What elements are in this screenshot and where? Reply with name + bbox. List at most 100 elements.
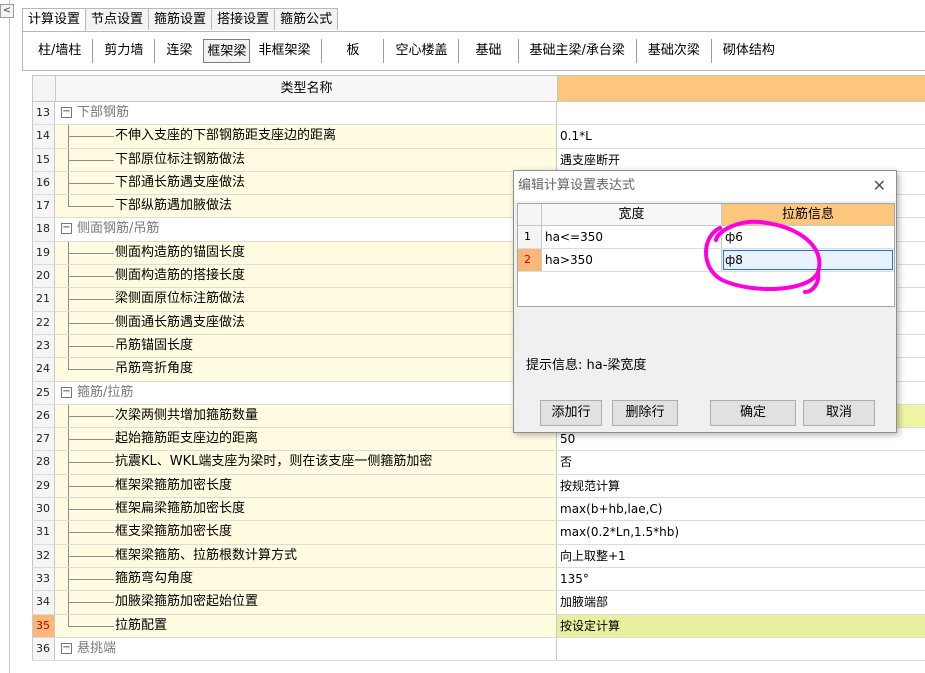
subtab-shear-wall[interactable]: 剪力墙	[93, 39, 156, 63]
row-number: 21	[32, 288, 55, 311]
subtab-frame-beam[interactable]: 框架梁	[203, 39, 251, 63]
setting-label: 框架扁梁箍筋加密长度	[115, 501, 246, 517]
grid-header: 类型名称	[32, 75, 925, 102]
setting-name: 拉筋配置	[55, 614, 557, 637]
table-row[interactable]: 29 框架梁箍筋加密长度 按规范计算	[32, 474, 925, 499]
group-label: 侧面钢筋/吊筋	[77, 221, 160, 237]
header-value	[558, 76, 925, 101]
row-number: 19	[32, 241, 55, 265]
setting-label: 加腋梁箍筋加密起始位置	[115, 594, 259, 610]
setting-value[interactable]: 按规范计算	[557, 474, 925, 498]
delete-row-button[interactable]: 删除行	[612, 400, 678, 426]
setting-label: 下部纵筋遇加腋做法	[115, 198, 233, 214]
table-row[interactable]: 30 框架扁梁箍筋加密长度 max(b+hb,lae,C)	[32, 498, 925, 522]
subtab-foundation-main-beam[interactable]: 基础主梁/承台梁	[519, 39, 637, 63]
setting-label: 次梁两侧共增加箍筋数量	[115, 407, 259, 423]
setting-value[interactable]	[557, 637, 925, 661]
setting-value[interactable]: 0.1*L	[557, 125, 925, 148]
row-number: 31	[32, 521, 55, 544]
subtab-foundation[interactable]: 基础	[459, 39, 519, 63]
table-row[interactable]: 34 加腋梁箍筋加密起始位置 加腋端部	[32, 591, 925, 615]
tab-stirrup-settings[interactable]: 箍筋设置	[148, 8, 213, 30]
row-number: 17	[32, 195, 55, 218]
collapse-icon[interactable]: −	[61, 223, 72, 235]
subtab-non-frame-beam[interactable]: 非框架梁	[258, 39, 323, 63]
cancel-button[interactable]: 取消	[803, 400, 875, 426]
hint-text: 提示信息: ha-梁宽度	[526, 358, 647, 373]
row-number: 2	[518, 249, 542, 271]
collapse-arrow-icon[interactable]: <	[0, 4, 14, 18]
dialog-row[interactable]: 1 ha<=350 ф6	[518, 226, 894, 249]
setting-value[interactable]: 135°	[557, 567, 925, 591]
tie-cell[interactable]: ф8	[722, 249, 894, 271]
tree-line	[68, 462, 114, 464]
setting-name: 次梁两侧共增加箍筋数量	[55, 404, 557, 428]
collapse-icon[interactable]: −	[61, 386, 72, 398]
setting-name: 箍筋弯勾角度	[55, 567, 557, 591]
add-row-button[interactable]: 添加行	[540, 400, 602, 426]
ok-button[interactable]: 确定	[710, 400, 796, 426]
tab-node-settings[interactable]: 节点设置	[85, 8, 150, 30]
dialog-row[interactable]: 2 ha>350 ф8	[518, 249, 894, 272]
subtab-masonry[interactable]: 砌体结构	[712, 39, 786, 63]
table-row[interactable]: 32 框架梁箍筋、拉筋根数计算方式 向上取整+1	[32, 544, 925, 568]
table-row[interactable]: 33 箍筋弯勾角度 135°	[32, 567, 925, 592]
group-row-name: − 箍筋/拉筋	[55, 381, 557, 404]
group-row-name: − 悬挑端	[55, 637, 557, 661]
table-row[interactable]: 36− 悬挑端	[32, 637, 925, 662]
setting-value[interactable]: 加腋端部	[557, 591, 925, 614]
tree-line	[68, 415, 114, 417]
setting-value[interactable]: 向上取整+1	[557, 544, 925, 567]
close-icon[interactable]: ✕	[873, 171, 886, 201]
tab-lap-settings[interactable]: 搭接设置	[211, 8, 276, 30]
group-label: 箍筋/拉筋	[77, 384, 134, 400]
setting-value[interactable]: 否	[557, 451, 925, 474]
width-cell[interactable]: ha>350	[542, 249, 722, 271]
dialog-grid: 宽度 拉筋信息 1 ha<=350 ф6 2 ha>350 ф8	[517, 203, 895, 307]
setting-value[interactable]: max(0.2*Ln,1.5*hb)	[557, 521, 925, 544]
setting-label: 框架梁箍筋、拉筋根数计算方式	[115, 547, 298, 563]
row-number: 16	[32, 171, 55, 195]
setting-value[interactable]: 按设定计算	[557, 614, 925, 637]
subtab-slab[interactable]: 板	[322, 39, 385, 63]
row-number: 32	[32, 544, 55, 567]
collapse-icon[interactable]: −	[61, 107, 72, 118]
setting-value[interactable]	[557, 102, 925, 125]
row-number: 1	[518, 226, 542, 248]
setting-label: 侧面构造筋的锚固长度	[115, 244, 246, 260]
tree-line	[68, 578, 114, 580]
row-number: 28	[32, 451, 55, 474]
tree-line	[68, 322, 114, 324]
table-row[interactable]: 35 拉筋配置 按设定计算	[32, 614, 925, 638]
tab-calc-settings[interactable]: 计算设置	[22, 8, 87, 31]
setting-label: 侧面通长筋遇支座做法	[115, 314, 246, 330]
table-row[interactable]: 15 下部原位标注钢筋做法 遇支座断开	[32, 148, 925, 172]
tab-stirrup-formula[interactable]: 箍筋公式	[274, 8, 339, 30]
setting-label: 框架梁箍筋加密长度	[115, 477, 233, 493]
collapse-icon[interactable]: −	[61, 642, 72, 654]
col-tie-info: 拉筋信息	[722, 204, 894, 225]
setting-value[interactable]: 遇支座断开	[557, 148, 925, 171]
tree-line	[68, 439, 114, 441]
subtab-foundation-secondary-beam[interactable]: 基础次梁	[637, 39, 712, 63]
main-tabs: 计算设置 节点设置 箍筋设置 搭接设置 箍筋公式	[22, 8, 339, 31]
tie-cell[interactable]: ф6	[722, 226, 894, 248]
row-number: 13	[32, 102, 55, 125]
setting-value[interactable]: max(b+hb,lae,C)	[557, 498, 925, 521]
setting-name: 吊筋弯折角度	[55, 358, 557, 381]
table-row[interactable]: 14 不伸入支座的下部钢筋距支座边的距离 0.1*L	[32, 125, 925, 149]
width-cell[interactable]: ha<=350	[542, 226, 722, 248]
tree-line	[68, 136, 114, 138]
subtab-column[interactable]: 柱/墙柱	[27, 39, 94, 63]
row-number: 23	[32, 334, 55, 358]
table-row[interactable]: 28 抗震KL、WKL端支座为梁时，则在该支座一侧箍筋加密 否	[32, 451, 925, 475]
subtab-coupling-beam[interactable]: 连梁	[155, 39, 203, 63]
setting-name: 下部纵筋遇加腋做法	[55, 195, 557, 218]
dialog-grid-header: 宽度 拉筋信息	[518, 204, 894, 226]
subtab-hollow-floor[interactable]: 空心楼盖	[384, 39, 460, 63]
tree-line	[68, 252, 114, 254]
table-row[interactable]: 13− 下部钢筋	[32, 102, 925, 126]
row-number: 15	[32, 148, 55, 171]
table-row[interactable]: 31 框支梁箍筋加密长度 max(0.2*Ln,1.5*hb)	[32, 521, 925, 545]
edit-expression-dialog: 编辑计算设置表达式 ✕ 宽度 拉筋信息 1 ha<=350 ф6 2 ha>35…	[513, 170, 897, 433]
